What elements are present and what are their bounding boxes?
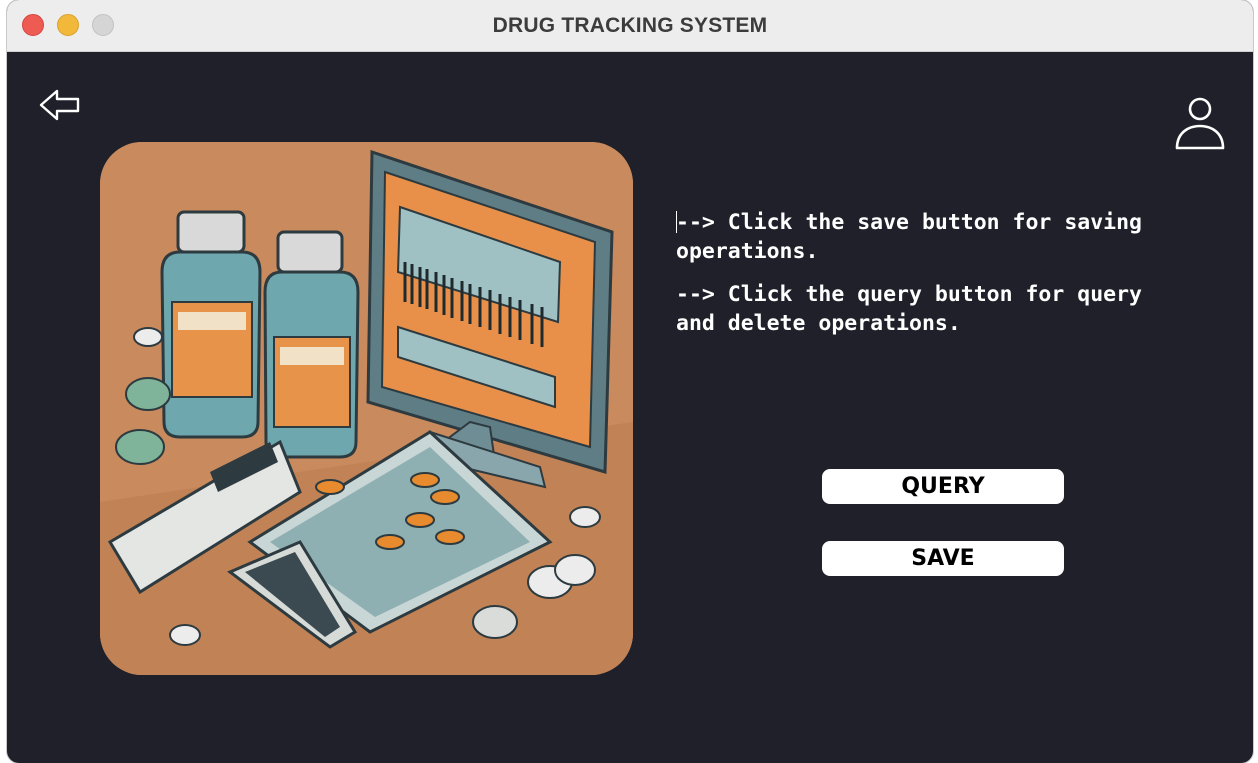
query-button[interactable]: QUERY [822,469,1064,504]
back-arrow-icon [39,89,80,121]
window-title: DRUG TRACKING SYSTEM [492,14,768,37]
save-instruction-line1: --> Click the save button for saving [676,210,1142,235]
query-instruction-line2: and delete operations. [676,311,961,336]
illustration-art [100,142,633,675]
drug-tracking-illustration [100,142,633,675]
back-button[interactable] [37,86,83,126]
app-window: DRUG TRACKING SYSTEM --> Click the save … [7,0,1253,763]
user-profile-icon [1175,97,1225,150]
user-profile-button[interactable] [1169,93,1231,155]
query-instruction-line1: --> Click the query button for query [676,282,1142,307]
title-bar: DRUG TRACKING SYSTEM [7,0,1253,52]
query-instruction: --> Click the query button for query and … [676,280,1216,338]
save-button[interactable]: SAVE [822,541,1064,576]
save-instruction: --> Click the save button for saving oper… [676,208,1216,266]
instructions-text: --> Click the save button for saving oper… [676,208,1216,352]
medicine-bottle [160,210,262,439]
save-instruction-line2: operations. [676,239,819,264]
